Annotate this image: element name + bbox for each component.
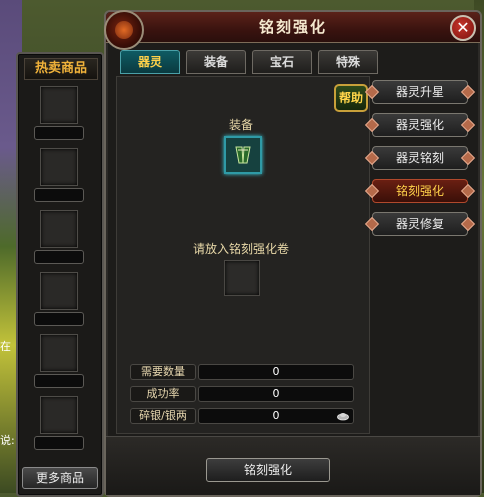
scroll-prompt-label: 请放入铭刻强化卷 [192,242,289,256]
equipment-icon [226,138,260,172]
silver-cost-row: 碎银/银两 0 [130,408,354,424]
silver-coin-icon [337,413,349,421]
spirit-star-up-button[interactable]: 器灵升星 [364,80,476,104]
inscription-upgrade-window: 铭刻强化 ✕ 器灵 装备 宝石 特殊 帮助 装备 请放入铭刻强化卷 需要数量 0… [104,10,482,497]
shop-item-slot[interactable] [40,86,78,124]
confirm-inscription-upgrade-button[interactable]: 铭刻强化 [206,458,330,482]
spirit-inscribe-label: 器灵铭刻 [395,151,444,165]
inscription-upgrade-label: 铭刻强化 [395,184,444,198]
required-quantity-value: 0 [198,364,354,380]
shop-item-price [34,188,84,202]
spirit-inscribe-button[interactable]: 器灵铭刻 [364,146,476,170]
inscription-upgrade-button[interactable]: 铭刻强化 [364,179,476,203]
success-rate-value: 0 [198,386,354,402]
spirit-repair-button[interactable]: 器灵修复 [364,212,476,236]
scroll-slot[interactable] [224,260,260,296]
shop-item-slot[interactable] [40,334,78,372]
shop-item-slot[interactable] [40,272,78,310]
more-items-button[interactable]: 更多商品 [22,467,98,489]
tab-special[interactable]: 特殊 [318,50,378,74]
equip-label: 装备 [228,118,253,132]
background-chat-fragment-1: 在 [0,340,11,353]
shop-item-price [34,312,84,326]
silver-cost-value: 0 [198,408,354,424]
hot-items-panel: 热卖商品 更多商品 [16,52,104,497]
background-chat-fragment-2: 说: [0,434,15,447]
spirit-star-up-label: 器灵升星 [395,85,444,99]
spirit-strengthen-label: 器灵强化 [395,118,444,132]
spirit-repair-label: 器灵修复 [395,217,444,231]
tab-equipment[interactable]: 装备 [186,50,246,74]
shop-item-price [34,250,84,264]
item-orb-icon [104,10,144,50]
tab-spirit[interactable]: 器灵 [120,50,180,74]
window-title: 铭刻强化 [258,18,327,36]
shop-item-price [34,436,84,450]
shop-item-slot[interactable] [40,210,78,248]
tab-gem[interactable]: 宝石 [252,50,312,74]
shop-item-price [34,126,84,140]
silver-cost-number: 0 [272,409,280,422]
success-rate-row: 成功率 0 [130,386,354,402]
shop-item-price [34,374,84,388]
required-quantity-row: 需要数量 0 [130,364,354,380]
shop-item-slot[interactable] [40,396,78,434]
required-quantity-label: 需要数量 [130,364,196,380]
help-button[interactable]: 帮助 [334,84,368,112]
silver-cost-label: 碎银/银两 [130,408,196,424]
title-bar[interactable]: 铭刻强化 [106,12,480,43]
close-icon[interactable]: ✕ [450,15,476,41]
hot-items-title: 热卖商品 [24,58,98,80]
success-rate-label: 成功率 [130,386,196,402]
equipment-slot[interactable] [224,136,262,174]
shop-item-slot[interactable] [40,148,78,186]
spirit-strengthen-button[interactable]: 器灵强化 [364,113,476,137]
